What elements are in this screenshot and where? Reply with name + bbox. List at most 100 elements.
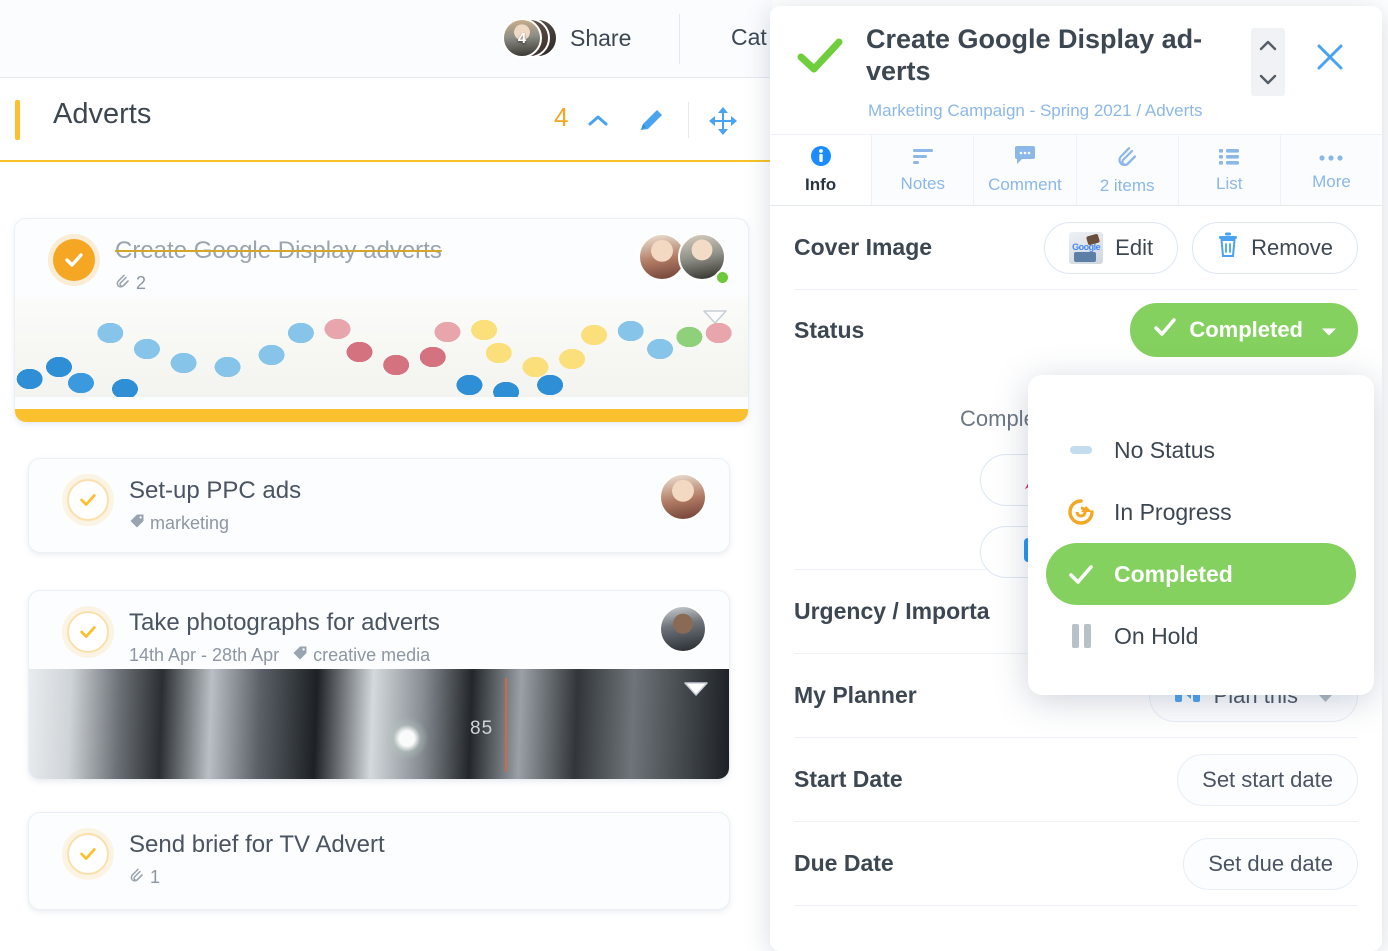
lens-scale-line: [505, 677, 507, 773]
card-meta: 14th Apr - 28th Apr creative media: [129, 645, 430, 666]
tab-list[interactable]: List: [1177, 135, 1280, 205]
card-date-range: 14th Apr - 28th Apr: [129, 645, 280, 665]
edit-cover-button[interactable]: Google Edit: [1044, 221, 1179, 274]
card-title: Send brief for TV Advert: [129, 831, 385, 858]
urgency-label: Urgency / Importa: [794, 598, 990, 624]
attachment-count: 1: [150, 867, 161, 887]
start-date-value: Set start date: [1202, 766, 1333, 792]
paperclip-icon: [129, 867, 145, 888]
top-bar: 4 Share Cat: [0, 0, 772, 78]
in-progress-arrow-icon: [1066, 498, 1096, 526]
task-card[interactable]: Send brief for TV Advert 1: [28, 812, 730, 910]
status-label: Status: [794, 316, 865, 343]
tab-label: Comment: [988, 175, 1062, 194]
card-title: Take photographs for adverts: [129, 609, 440, 636]
tab-comment[interactable]: Comment: [973, 135, 1076, 205]
share-button[interactable]: 4 Share: [492, 10, 649, 66]
info-icon: [810, 145, 832, 172]
card-cover-image: 85: [29, 669, 729, 779]
avatar-stack: 4: [502, 18, 558, 58]
due-date-value: Set due date: [1208, 850, 1333, 876]
card-assignees[interactable]: [659, 605, 707, 653]
card-list: Create Google Display adverts 2 Set-up P…: [0, 164, 772, 951]
cover-expand-icon[interactable]: [683, 681, 709, 702]
remove-cover-button[interactable]: Remove: [1192, 221, 1358, 274]
status-option-on-hold[interactable]: On Hold: [1046, 605, 1356, 667]
card-header: Take photographs for adverts 14th Apr - …: [29, 591, 729, 669]
card-title: Set-up PPC ads: [129, 477, 302, 504]
panel-tabs: Info Notes Comment 2 items List More: [770, 134, 1382, 206]
pause-icon: [1066, 624, 1096, 648]
status-dropdown-button[interactable]: Completed: [1130, 303, 1358, 357]
check-icon[interactable]: [796, 36, 844, 81]
status-option-in-progress[interactable]: In Progress: [1046, 481, 1356, 543]
planner-label: My Planner: [794, 682, 917, 708]
online-indicator: [715, 270, 730, 285]
tag-icon: [129, 513, 145, 534]
pencil-icon[interactable]: [636, 106, 666, 141]
notes-lines-icon: [911, 146, 935, 171]
completed-note: Comple: [960, 406, 1036, 431]
set-due-date-button[interactable]: Set due date: [1183, 837, 1358, 890]
edit-label: Edit: [1115, 234, 1154, 260]
close-icon[interactable]: [1315, 42, 1345, 77]
card-assignees[interactable]: [638, 233, 726, 281]
ellipsis-icon: [1318, 149, 1344, 169]
dash-icon: [1066, 446, 1096, 454]
task-complete-toggle[interactable]: [67, 611, 109, 653]
list-color-bar: [15, 100, 20, 140]
lens-focal-label: 85: [470, 718, 494, 740]
cover-expand-icon[interactable]: [702, 309, 728, 330]
card-cover-image: [15, 297, 748, 397]
paperclip-icon: [1115, 144, 1139, 173]
paperclip-icon: [115, 273, 131, 294]
app-root: 4 Share Cat Adverts 4 Create Google Disp…: [0, 0, 1388, 951]
tab-notes[interactable]: Notes: [871, 135, 974, 205]
tab-label: List: [1216, 174, 1243, 193]
row-status: Status Completed: [794, 290, 1358, 370]
card-assignees[interactable]: [659, 473, 707, 521]
status-option-label: In Progress: [1114, 498, 1232, 525]
tag-icon: [292, 645, 308, 666]
tag-label: creative media: [313, 645, 431, 665]
panel-title: Create Google Display ad-verts: [866, 24, 1203, 86]
task-complete-toggle[interactable]: [53, 239, 95, 281]
tab-attachments[interactable]: 2 items: [1075, 135, 1178, 205]
prev-next-stepper[interactable]: [1251, 28, 1285, 96]
status-option-no-status[interactable]: No Status: [1046, 419, 1356, 481]
avatar: [659, 605, 707, 653]
tab-more[interactable]: More: [1279, 135, 1382, 205]
list-icon: [1217, 146, 1241, 171]
task-card[interactable]: Create Google Display adverts 2: [14, 218, 749, 423]
toolbar-divider: [679, 14, 680, 64]
status-dropdown-menu[interactable]: No Status In Progress Completed On Hold: [1028, 375, 1374, 695]
due-date-label: Due Date: [794, 850, 894, 876]
task-complete-toggle[interactable]: [67, 833, 109, 875]
chevron-up-icon[interactable]: [588, 114, 608, 132]
tab-info[interactable]: Info: [770, 135, 872, 205]
card-meta: 2: [115, 273, 146, 294]
tab-label: 2 items: [1099, 176, 1155, 195]
task-card[interactable]: Set-up PPC ads marketing: [28, 458, 730, 553]
share-label: Share: [570, 24, 632, 51]
status-option-label: Completed: [1114, 560, 1233, 587]
check-icon: [1153, 317, 1177, 343]
status-option-completed[interactable]: Completed: [1046, 543, 1356, 605]
remove-label: Remove: [1251, 234, 1333, 260]
breadcrumb[interactable]: Marketing Campaign - Spring 2021 / Adver…: [868, 101, 1203, 121]
task-card[interactable]: Take photographs for adverts 14th Apr - …: [28, 590, 730, 780]
card-header: Send brief for TV Advert 1: [29, 813, 729, 891]
set-start-date-button[interactable]: Set start date: [1177, 753, 1358, 806]
board-panel: 4 Share Cat Adverts 4 Create Google Disp…: [0, 0, 772, 951]
move-cross-icon[interactable]: [708, 106, 738, 141]
truncated-menu-label[interactable]: Cat: [731, 24, 767, 51]
task-complete-toggle[interactable]: [67, 479, 109, 521]
task-detail-panel: Create Google Display ad-verts Marketing…: [770, 6, 1382, 951]
avatar-count-badge: 4: [517, 29, 527, 47]
start-date-label: Start Date: [794, 766, 903, 792]
card-meta: 1: [129, 867, 160, 888]
tag-label: marketing: [150, 513, 230, 533]
attachment-count: 2: [136, 273, 147, 293]
status-option-label: No Status: [1114, 436, 1215, 463]
header-divider: [688, 102, 689, 138]
